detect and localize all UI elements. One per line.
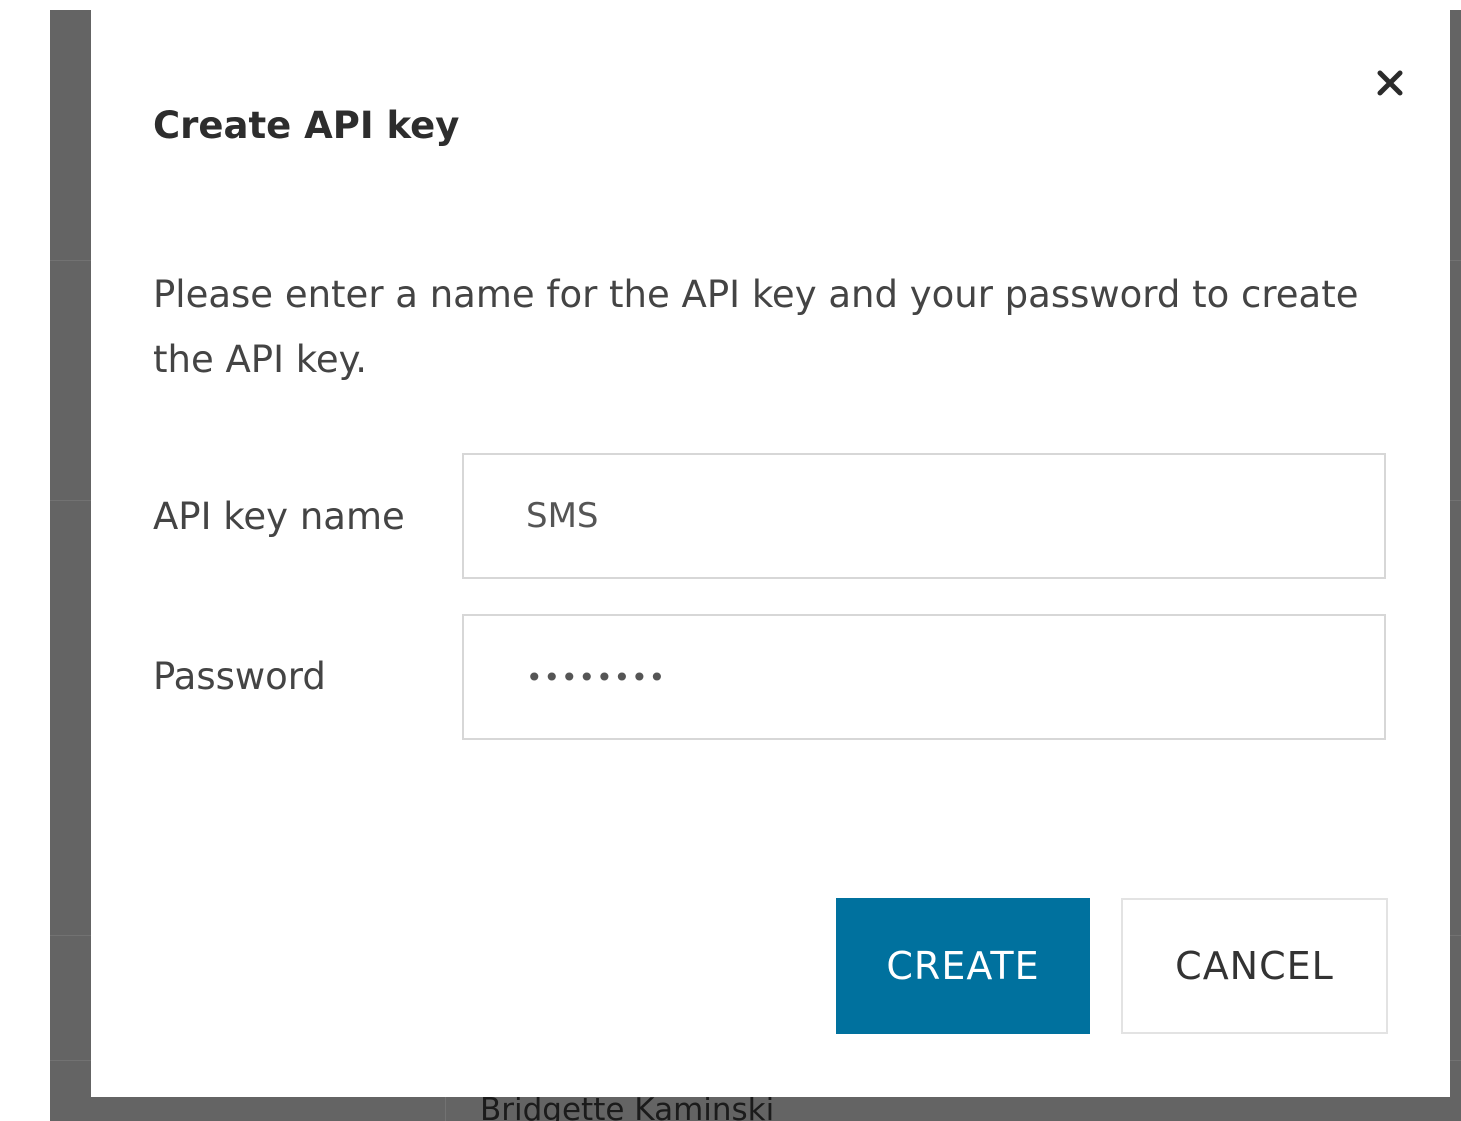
cancel-button[interactable]: CANCEL xyxy=(1121,898,1388,1034)
password-label: Password xyxy=(153,655,326,698)
page: Bridgette Kaminski Create API key Please… xyxy=(0,0,1461,1121)
create-button[interactable]: CREATE xyxy=(836,898,1090,1034)
create-api-key-dialog: Create API key Please enter a name for t… xyxy=(91,10,1450,1097)
dialog-description: Please enter a name for the API key and … xyxy=(153,273,1359,381)
api-key-name-label: API key name xyxy=(153,495,405,538)
close-button[interactable] xyxy=(1365,58,1415,108)
close-icon xyxy=(1377,70,1403,96)
dialog-title: Create API key xyxy=(153,104,460,147)
api-key-name-input[interactable] xyxy=(462,453,1386,579)
password-input[interactable] xyxy=(462,614,1386,740)
